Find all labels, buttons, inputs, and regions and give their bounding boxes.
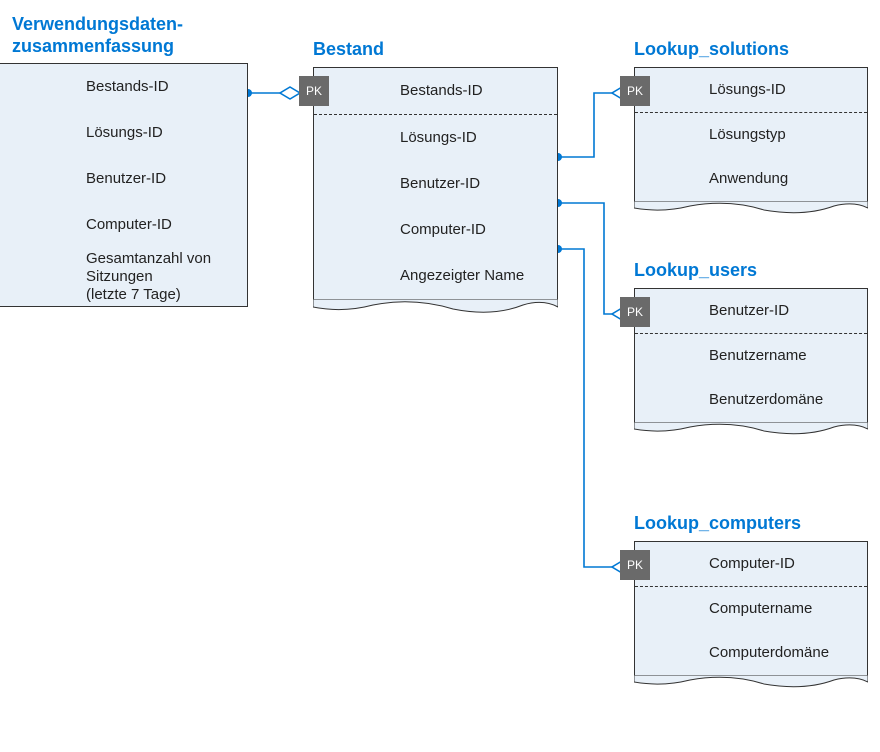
entity-computers-title: Lookup_computers	[634, 513, 868, 535]
torn-edge	[634, 675, 868, 689]
field-label: Computername	[709, 600, 812, 618]
entity-usage-title: Verwendungsdaten- zusammenfassung	[12, 14, 248, 57]
field-label: Bestands-ID	[400, 82, 483, 100]
pk-badge: PK	[620, 297, 650, 327]
field-label: Gesamtanzahl von Sitzungen (letzte 7 Tag…	[86, 250, 247, 304]
field-label: Anwendung	[709, 170, 788, 188]
entity-solutions: Lookup_solutions PK Lösungs-ID Lösungsty…	[634, 39, 868, 215]
field-label: Lösungs-ID	[86, 124, 163, 142]
field-label: Lösungstyp	[709, 126, 786, 144]
pk-badge: PK	[299, 76, 329, 106]
entity-computers: Lookup_computers PK Computer-ID Computer…	[634, 513, 868, 689]
torn-edge	[634, 422, 868, 436]
field-label: Bestands-ID	[86, 78, 169, 96]
entity-users-title: Lookup_users	[634, 260, 868, 282]
torn-edge	[634, 201, 868, 215]
entity-usage-box: Bestands-ID Lösungs-ID Benutzer-ID Compu…	[0, 63, 248, 307]
entity-solutions-box: PK Lösungs-ID Lösungstyp Anwendung	[634, 67, 868, 201]
pk-badge: PK	[620, 550, 650, 580]
field-label: Benutzer-ID	[86, 170, 166, 188]
entity-solutions-title: Lookup_solutions	[634, 39, 868, 61]
entity-computers-box: PK Computer-ID Computername Computerdomä…	[634, 541, 868, 675]
entity-users-box: PK Benutzer-ID Benutzername Benutzerdomä…	[634, 288, 868, 422]
entity-bestand-box: PK Bestands-ID Lösungs-ID Benutzer-ID Co…	[313, 67, 558, 299]
field-label: Benutzerdomäne	[709, 391, 823, 409]
field-label: Computer-ID	[86, 216, 172, 234]
entity-bestand: Bestand PK Bestands-ID Lösungs-ID Benutz…	[313, 39, 558, 315]
entity-users: Lookup_users PK Benutzer-ID Benutzername…	[634, 260, 868, 436]
field-label: Computer-ID	[709, 555, 795, 573]
entity-bestand-title: Bestand	[313, 39, 558, 61]
field-label: Angezeigter Name	[400, 267, 524, 285]
torn-edge	[313, 299, 558, 315]
pk-badge: PK	[620, 76, 650, 106]
field-label: Benutzer-ID	[400, 175, 480, 193]
field-label: Lösungs-ID	[709, 81, 786, 99]
field-label: Benutzername	[709, 347, 807, 365]
field-label: Benutzer-ID	[709, 302, 789, 320]
entity-usage: Verwendungsdaten- zusammenfassung Bestan…	[0, 14, 248, 307]
field-label: Computer-ID	[400, 221, 486, 239]
field-label: Lösungs-ID	[400, 129, 477, 147]
field-label: Computerdomäne	[709, 644, 829, 662]
